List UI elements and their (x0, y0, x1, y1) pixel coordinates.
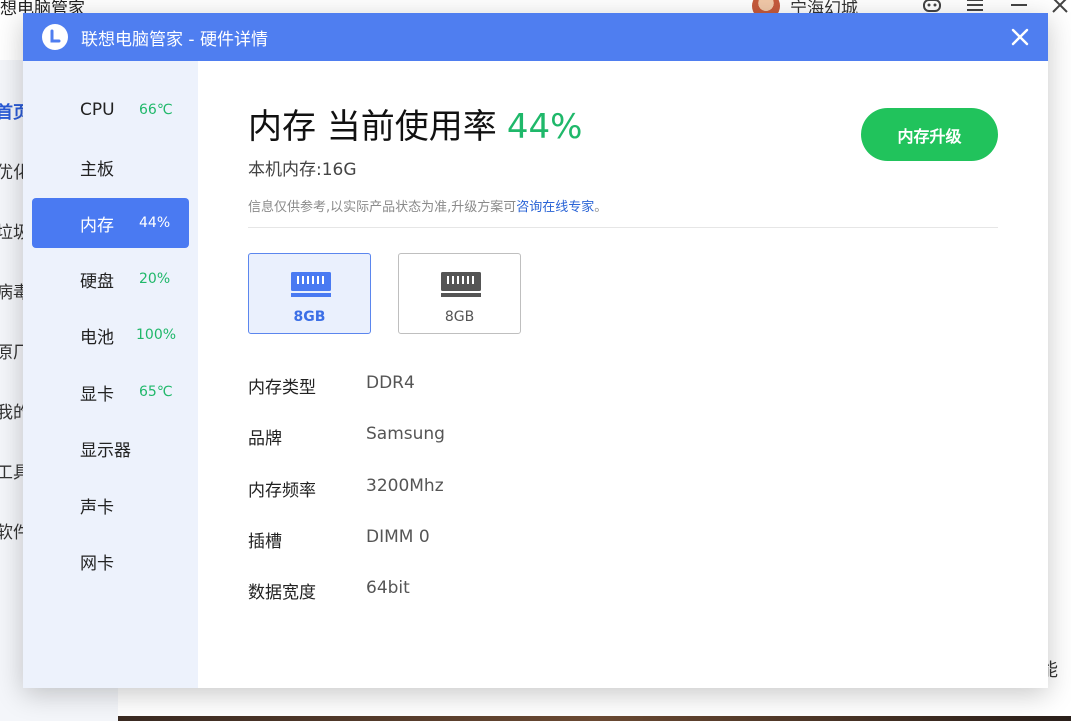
sidebar-item-display[interactable]: 显示器 (32, 423, 189, 473)
memory-details-panel: 内存 当前使用率 44% 本机内存:16G 信息仅供参考,以实际产品状态为准,升级… (198, 61, 1048, 688)
dialog-title: 联想电脑管家 - 硬件详情 (81, 29, 268, 50)
sidebar-item-label: CPU (80, 100, 115, 120)
spec-value: 64bit (366, 578, 410, 598)
hardware-details-dialog: 联想电脑管家 - 硬件详情 CPU 66℃ 主板 内存 44% 硬盘 20% 电… (23, 13, 1048, 688)
sidebar-item-label: 显卡 (80, 384, 114, 405)
memory-module-slot-1[interactable]: 8GB (248, 253, 371, 334)
sidebar-item-disk[interactable]: 硬盘 20% (32, 254, 189, 304)
memory-module-icon (291, 272, 331, 297)
memory-module-icon (441, 272, 481, 297)
sidebar-item-value: 100% (136, 327, 177, 343)
notice-text: 信息仅供参考,以实际产品状态为准,升级方案可 (248, 200, 517, 215)
sidebar-item-value: 66℃ (139, 102, 173, 118)
spec-value: DDR4 (366, 373, 415, 393)
background-close-icon[interactable] (1049, 0, 1071, 21)
sidebar-item-label: 声卡 (80, 497, 114, 518)
sidebar-item-label: 电池 (80, 327, 114, 348)
sidebar-item-label: 硬盘 (80, 271, 114, 292)
hardware-sidebar: CPU 66℃ 主板 内存 44% 硬盘 20% 电池 100% 显卡 65℃ … (23, 61, 198, 688)
memory-upgrade-button[interactable]: 内存升级 (861, 108, 998, 161)
background-image-strip (118, 716, 1071, 721)
close-icon (1011, 28, 1029, 46)
sidebar-item-label: 网卡 (80, 553, 114, 574)
memory-module-slot-2[interactable]: 8GB (398, 253, 521, 334)
sidebar-item-label: 显示器 (80, 440, 131, 461)
sidebar-item-value: 65℃ (139, 384, 173, 400)
memory-usage-percent: 44% (506, 107, 583, 147)
spec-value: Samsung (366, 424, 445, 444)
sidebar-item-label: 主板 (80, 159, 114, 180)
sidebar-item-value: 44% (139, 215, 171, 231)
sidebar-item-battery[interactable]: 电池 100% (32, 310, 189, 360)
lenovo-logo-icon (42, 24, 68, 50)
sidebar-item-motherboard[interactable]: 主板 (32, 142, 189, 192)
divider (248, 227, 998, 228)
memory-module-label: 8GB (444, 309, 475, 325)
memory-module-label: 8GB (293, 309, 326, 325)
spec-label: 品牌 (248, 429, 282, 449)
info-notice: 信息仅供参考,以实际产品状态为准,升级方案可咨询在线专家。 (248, 196, 607, 215)
spec-value: 3200Mhz (366, 476, 444, 496)
sidebar-item-gpu[interactable]: 显卡 65℃ (32, 367, 189, 417)
close-button[interactable] (1006, 23, 1034, 51)
installed-memory: 本机内存:16G (248, 160, 357, 180)
sidebar-item-cpu[interactable]: CPU 66℃ (32, 85, 189, 135)
spec-label: 内存频率 (248, 481, 316, 501)
spec-label: 插槽 (248, 532, 282, 552)
page-title: 内存 当前使用率 44% (248, 99, 582, 148)
spec-label: 数据宽度 (248, 583, 316, 603)
spec-label: 内存类型 (248, 378, 316, 398)
sidebar-item-sound-card[interactable]: 声卡 (32, 480, 189, 530)
notice-suffix: 。 (594, 200, 608, 215)
sidebar-item-value: 20% (139, 271, 171, 287)
memory-heading: 内存 当前使用率 (248, 107, 497, 147)
consult-expert-link[interactable]: 咨询在线专家 (516, 200, 594, 215)
spec-value: DIMM 0 (366, 527, 430, 547)
sidebar-item-memory[interactable]: 内存 44% (32, 198, 189, 248)
sidebar-item-label: 内存 (80, 215, 114, 236)
sidebar-item-network-card[interactable]: 网卡 (32, 536, 189, 586)
dialog-titlebar[interactable]: 联想电脑管家 - 硬件详情 (23, 13, 1048, 61)
